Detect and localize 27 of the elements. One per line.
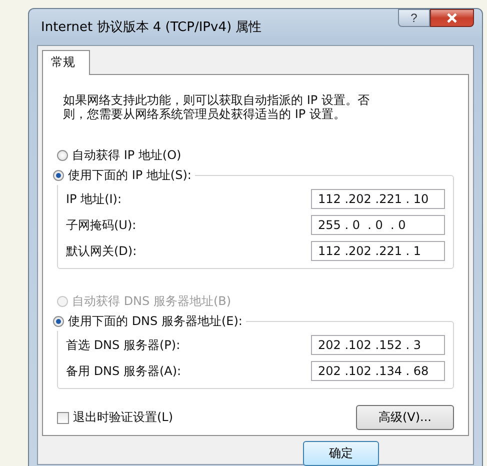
radio-label: 自动获得 DNS 服务器地址(B)	[72, 292, 232, 310]
input-field[interactable]: 255 . 0 . 0 . 0	[311, 215, 445, 235]
advanced-button[interactable]: 高级(V)...	[356, 405, 454, 430]
field-label: IP 地址(I):	[66, 190, 123, 208]
input-field[interactable]: 202 .102 .134 . 68	[311, 361, 445, 381]
close-icon	[446, 13, 458, 23]
input-field[interactable]: 202 .102 .152 . 3	[311, 335, 445, 355]
radio-button[interactable]	[57, 150, 68, 160]
radio-label: 自动获得 IP 地址(O)	[72, 146, 182, 164]
radio-label: 使用下面的 DNS 服务器地址(E):	[68, 312, 242, 330]
field-label: 子网掩码(U):	[66, 216, 138, 234]
close-button[interactable]	[430, 9, 474, 27]
field-label: 默认网关(D):	[66, 242, 138, 260]
radio-button[interactable]	[53, 170, 64, 180]
ok-button[interactable]: 确定	[303, 441, 379, 466]
field-label: 首选 DNS 服务器(P):	[66, 336, 182, 354]
field-label: 备用 DNS 服务器(A):	[66, 362, 182, 380]
radio-button[interactable]	[53, 316, 64, 326]
radio-label: 使用下面的 IP 地址(S):	[68, 166, 192, 184]
tab[interactable]: 常规	[42, 50, 90, 75]
help-button[interactable]: ?	[398, 9, 430, 27]
input-field[interactable]: 112 .202 .221 . 1	[311, 241, 445, 261]
checkbox-label: 退出时验证设置(L)	[73, 409, 174, 426]
checkbox[interactable]	[57, 412, 69, 424]
window-title: Internet 协议版本 4 (TCP/IPv4) 属性	[40, 19, 263, 36]
input-field[interactable]: 112 .202 .221 . 10	[311, 189, 445, 209]
description-text: 如果网络支持此功能，则可以获取自动指派的 IP 设置。否则，您需要从网络系统管理员处获得适当的 IP 设置。	[63, 93, 370, 121]
